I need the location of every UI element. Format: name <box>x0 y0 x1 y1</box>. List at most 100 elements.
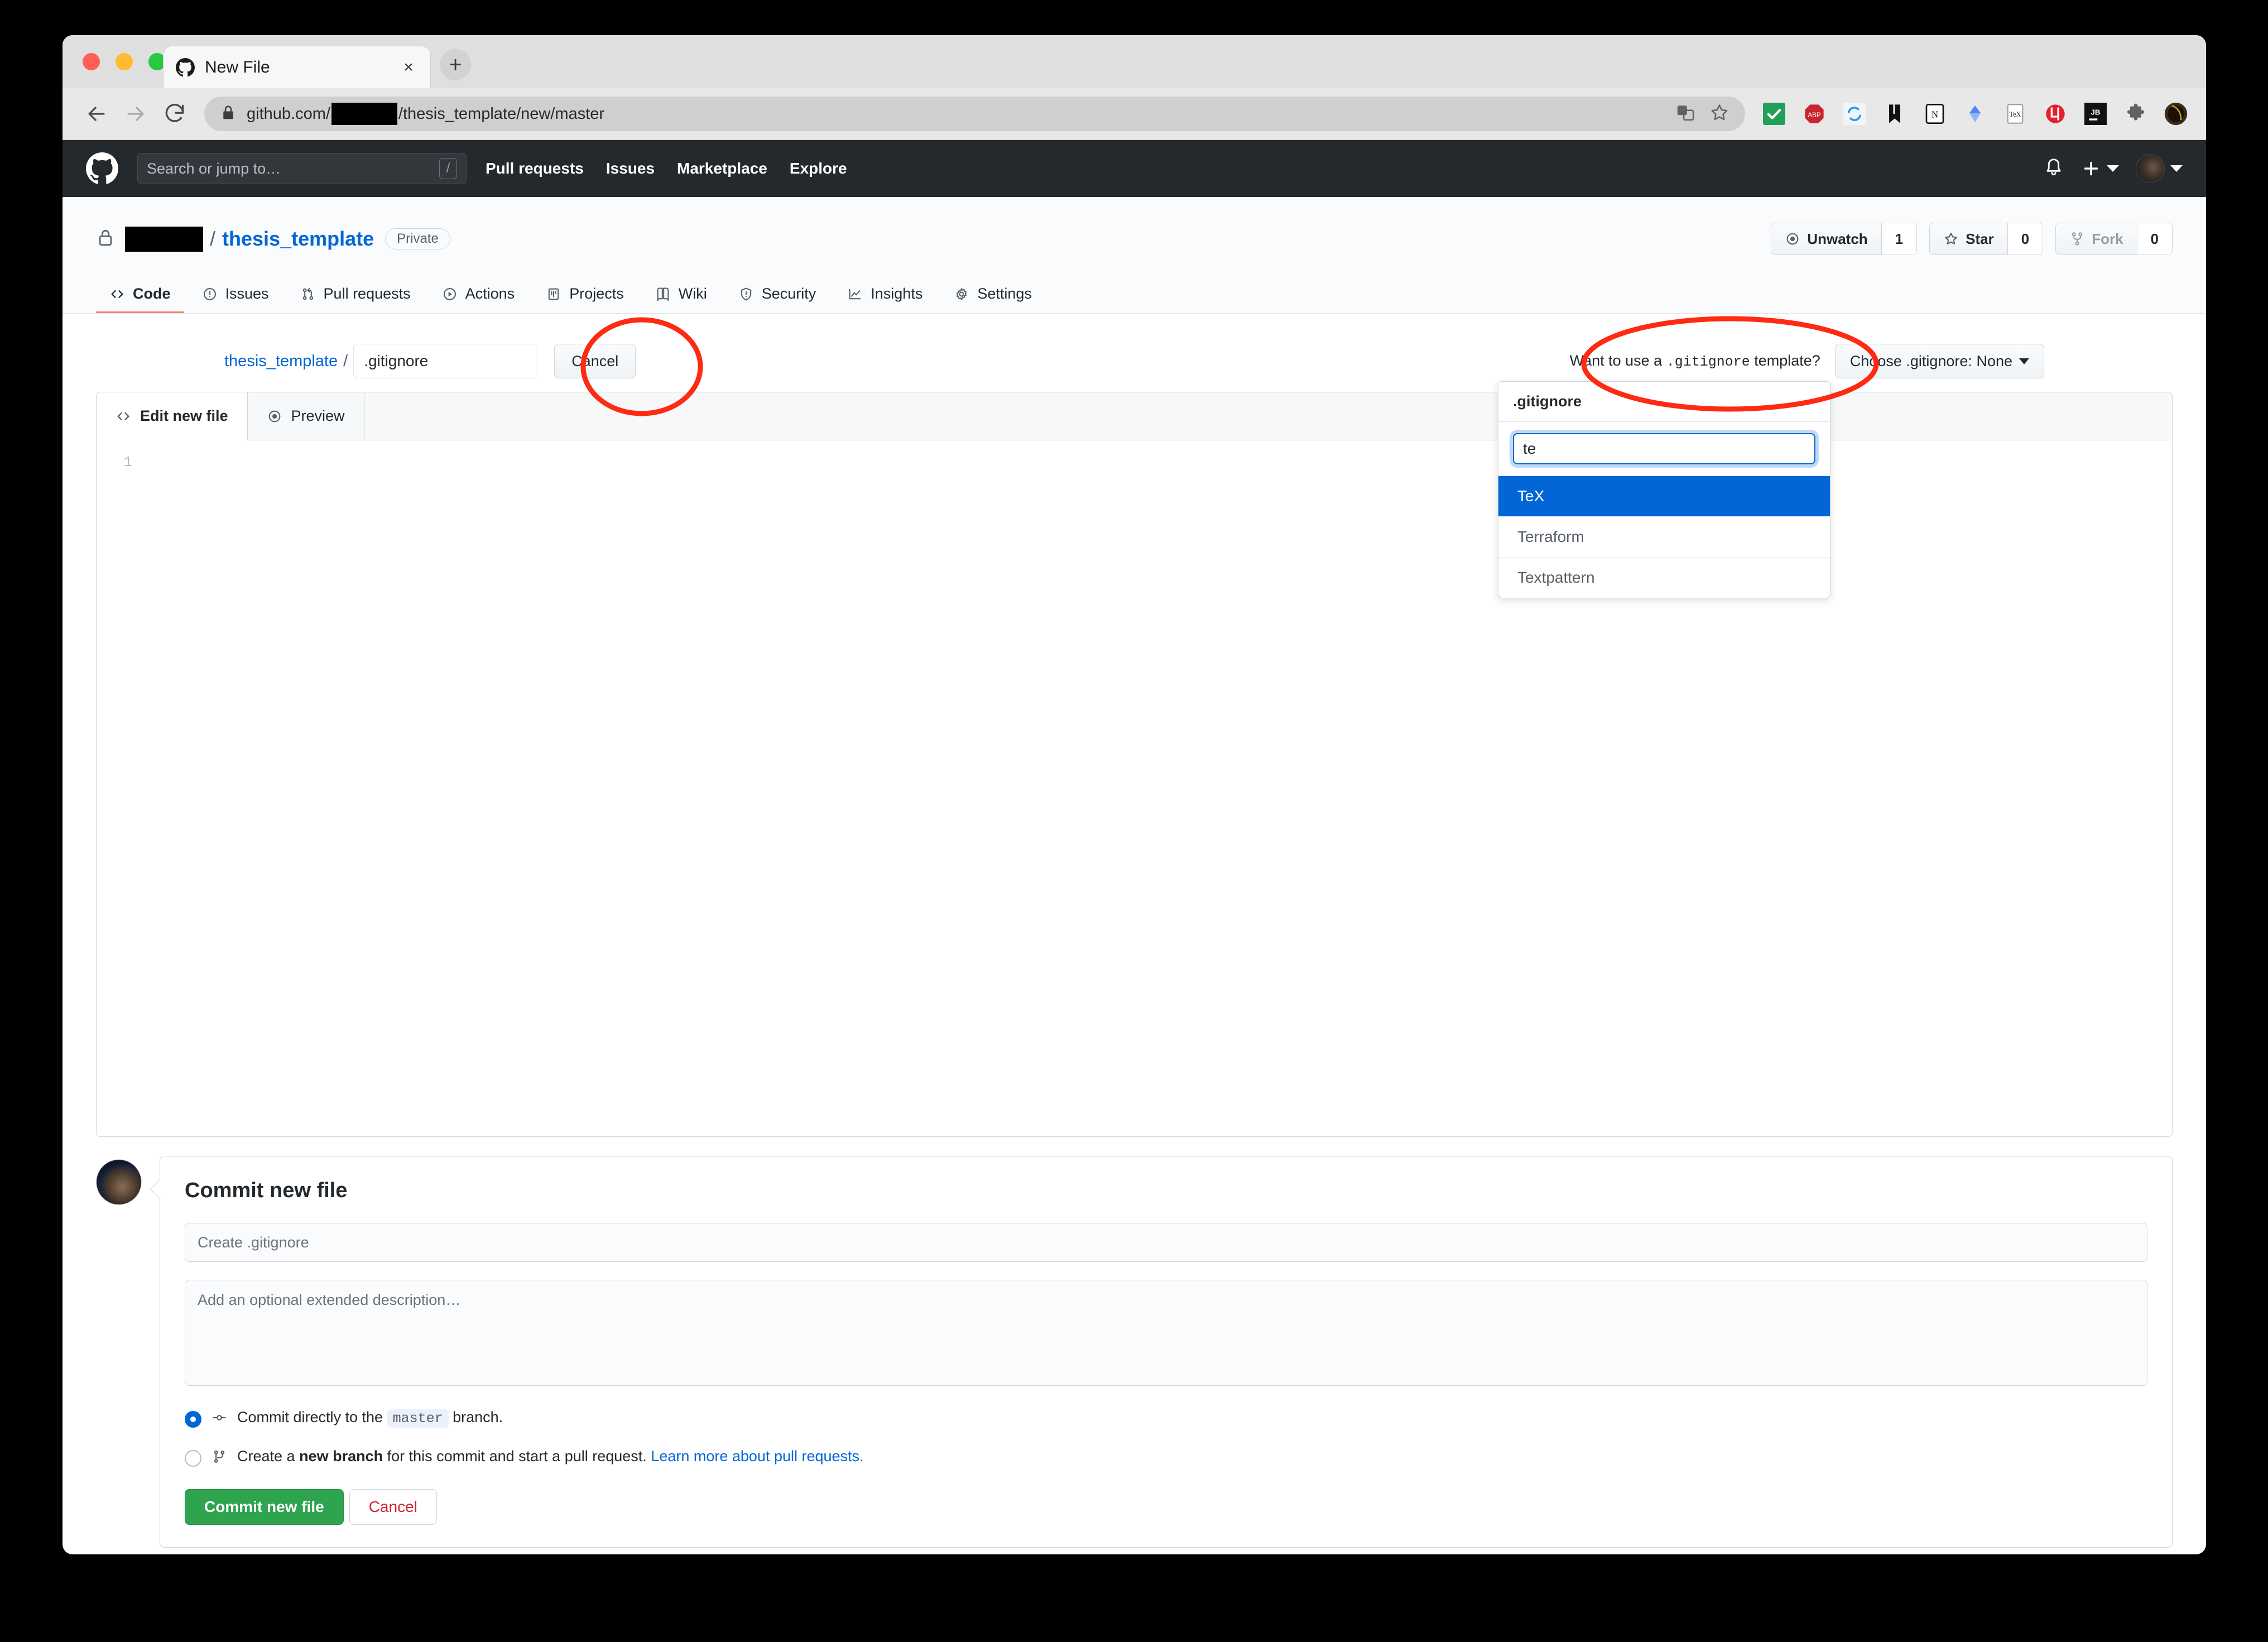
radio-create-branch[interactable] <box>185 1450 201 1467</box>
notion-icon[interactable]: N <box>1921 100 1948 127</box>
nav-explore[interactable]: Explore <box>790 160 847 177</box>
tab-preview[interactable]: Preview <box>248 392 364 440</box>
browser-window: New File × + github.com/ /thesis_templat… <box>63 35 2206 1554</box>
breadcrumb-separator: / <box>343 352 348 370</box>
repo-tab-settings[interactable]: Settings <box>940 276 1045 313</box>
global-nav: Pull requests Issues Marketplace Explore <box>486 160 847 177</box>
repo-actions: Unwatch 1 Star 0 Fork 0 <box>1771 223 2173 255</box>
graph-icon <box>847 286 863 302</box>
repo-tab-label: Code <box>133 285 171 302</box>
repo-tab-label: Insights <box>871 285 923 302</box>
browser-tab[interactable]: New File × <box>163 46 431 88</box>
dropdown-item-terraform[interactable]: Terraform <box>1498 517 1830 558</box>
editor-code-area[interactable] <box>140 440 2172 1136</box>
tex-icon[interactable]: TeX <box>2002 100 2029 127</box>
github-mark-icon[interactable] <box>86 152 118 185</box>
repo-tab-actions[interactable]: Actions <box>429 276 528 313</box>
visibility-badge: Private <box>385 228 450 249</box>
commit-option-new-branch[interactable]: Create a new branch for this commit and … <box>185 1448 2147 1467</box>
template-question-code: .gitignore <box>1666 354 1750 370</box>
dropdown-header: .gitignore <box>1498 382 1830 422</box>
back-icon[interactable] <box>79 97 114 131</box>
new-tab-button[interactable]: + <box>440 49 471 80</box>
pull-request-learn-more-link[interactable]: Learn more about pull requests. <box>651 1448 863 1465</box>
fork-label: Fork <box>2092 230 2123 247</box>
radio-commit-direct[interactable] <box>185 1411 201 1428</box>
repo-tab-pull-requests[interactable]: Pull requests <box>287 276 424 313</box>
breadcrumb-repo-link[interactable]: thesis_template <box>224 352 338 371</box>
minimize-window-button[interactable] <box>116 53 133 70</box>
star-button[interactable]: Star <box>1930 223 2007 255</box>
commit-message-input[interactable] <box>185 1223 2147 1262</box>
search-shortcut-key: / <box>439 158 457 179</box>
choose-gitignore-button[interactable]: Choose .gitignore: None <box>1834 344 2044 378</box>
commit-form: Commit new file Commit directly to the m… <box>160 1156 2173 1548</box>
translate-icon[interactable] <box>1676 103 1695 125</box>
jetbrains-icon[interactable]: JB <box>2082 100 2109 127</box>
forward-icon[interactable] <box>118 97 153 131</box>
commit-new-file-button[interactable]: Commit new file <box>185 1489 344 1525</box>
star-count[interactable]: 0 <box>2007 223 2043 255</box>
grammar-check-icon[interactable] <box>1761 100 1788 127</box>
profile-avatar-icon[interactable] <box>2163 100 2189 127</box>
puzzle-extensions-icon[interactable] <box>2122 100 2149 127</box>
create-new-menu[interactable] <box>2081 159 2119 179</box>
tab-edit-new-file[interactable]: Edit new file <box>97 392 248 440</box>
close-tab-button[interactable]: × <box>399 58 418 77</box>
gitignore-filter-input[interactable] <box>1513 433 1815 464</box>
repo-tab-code[interactable]: Code <box>96 276 184 313</box>
repo-tab-projects[interactable]: Projects <box>532 276 637 313</box>
diamond-icon[interactable] <box>1962 100 1988 127</box>
star-button-group[interactable]: Star 0 <box>1929 223 2044 255</box>
commit-option-direct[interactable]: Commit directly to the master branch. <box>185 1409 2147 1428</box>
close-window-button[interactable] <box>83 53 100 70</box>
repo-tab-wiki[interactable]: Wiki <box>642 276 720 313</box>
repo-tab-security[interactable]: Security <box>725 276 830 313</box>
user-menu[interactable] <box>2136 154 2183 183</box>
template-question-pre: Want to use a <box>1569 352 1666 369</box>
bookmark-star-icon[interactable] <box>1709 103 1729 126</box>
dropdown-item-tex[interactable]: TeX <box>1498 476 1830 517</box>
address-bar[interactable]: github.com/ /thesis_template/new/master <box>204 97 1745 131</box>
nav-issues[interactable]: Issues <box>606 160 655 177</box>
svg-text:TeX: TeX <box>2009 111 2021 118</box>
repo-tab-label: Security <box>761 285 816 302</box>
bell-icon[interactable] <box>2043 157 2064 181</box>
nav-pull-requests[interactable]: Pull requests <box>486 160 584 177</box>
unwatch-button[interactable]: Unwatch <box>1771 223 1881 255</box>
extension-icons: ABP N TeX JB <box>1750 100 2189 127</box>
svg-text:ABP: ABP <box>1808 112 1821 119</box>
dropdown-item-textpattern[interactable]: Textpattern <box>1498 558 1830 598</box>
watch-button-group[interactable]: Unwatch 1 <box>1771 223 1918 255</box>
repo-tab-insights[interactable]: Insights <box>834 276 936 313</box>
avatar <box>2136 154 2165 183</box>
bookmark-manager-icon[interactable] <box>1881 100 1908 127</box>
reload-icon[interactable] <box>157 97 192 131</box>
adblock-plus-icon[interactable]: ABP <box>1801 100 1828 127</box>
tab-title: New File <box>205 57 270 76</box>
repo-name-link[interactable]: thesis_template <box>222 227 374 251</box>
choose-gitignore-label: Choose .gitignore: None <box>1849 352 2012 369</box>
commit-description-textarea[interactable] <box>185 1280 2147 1386</box>
fork-button[interactable]: Fork <box>2056 223 2137 255</box>
watch-count[interactable]: 1 <box>1881 223 1917 255</box>
cancel-filename-button[interactable]: Cancel <box>554 344 636 378</box>
repo-tab-issues[interactable]: Issues <box>189 276 282 313</box>
commit-direct-pre: Commit directly to the <box>237 1409 387 1425</box>
sync-icon[interactable] <box>1841 100 1868 127</box>
header-actions <box>2043 154 2183 183</box>
fork-button-group[interactable]: Fork 0 <box>2055 223 2173 255</box>
filename-input[interactable] <box>353 344 538 378</box>
browser-toolbar: github.com/ /thesis_template/new/master <box>63 88 2206 140</box>
star-label: Star <box>1966 230 1994 247</box>
gear-icon <box>954 286 969 302</box>
search-input[interactable]: Search or jump to… / <box>137 153 467 184</box>
cancel-commit-button[interactable]: Cancel <box>349 1489 437 1525</box>
fork-count[interactable]: 0 <box>2136 223 2172 255</box>
liner-icon[interactable] <box>2042 100 2069 127</box>
repo-tab-label: Pull requests <box>323 285 411 302</box>
editor-body[interactable]: 1 <box>97 440 2172 1136</box>
url-suffix: /thesis_template/new/master <box>398 104 605 123</box>
template-question-post: template? <box>1750 352 1820 369</box>
nav-marketplace[interactable]: Marketplace <box>677 160 767 177</box>
